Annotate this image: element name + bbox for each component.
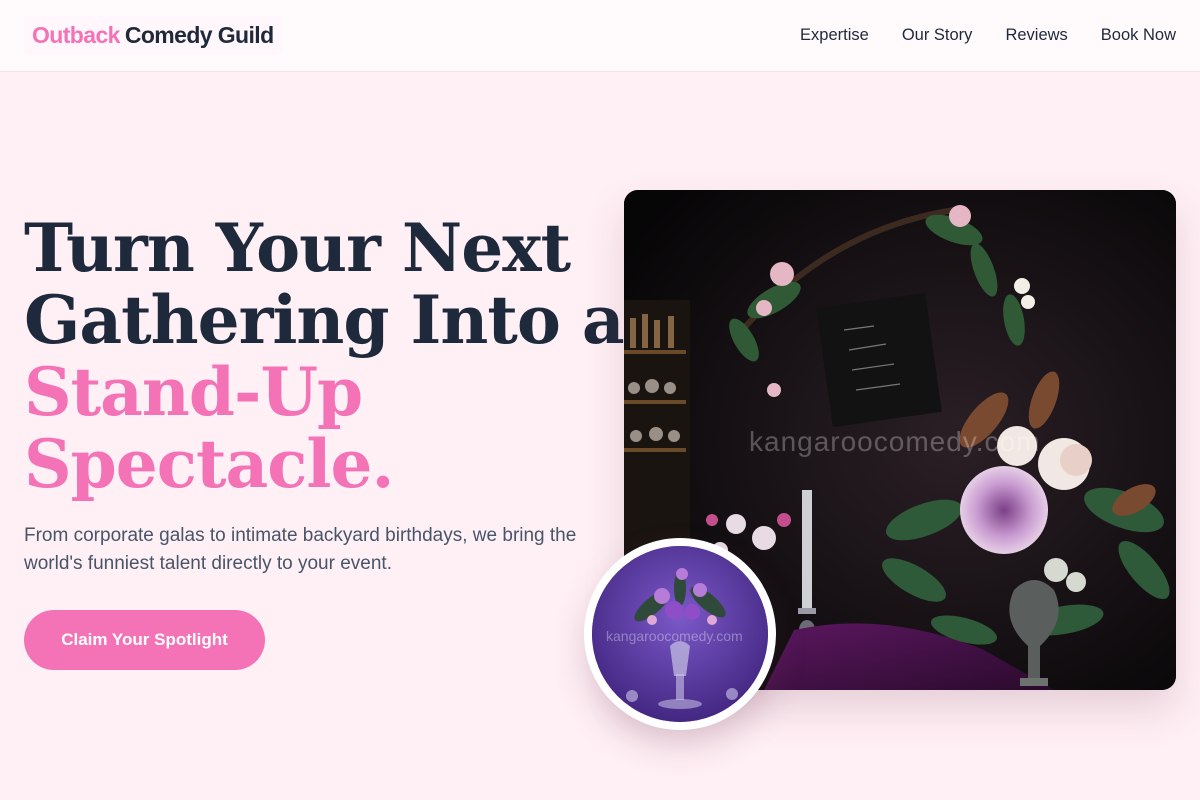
hero-subtitle: From corporate galas to intimate backyar… (24, 525, 577, 574)
inset-photo-purple-centerpiece: kangaroocomedy.com (592, 546, 768, 722)
hero-title-line-2: Gathering Into a (24, 281, 625, 359)
hero-title-accent-line-2: Spectacle. (24, 425, 394, 503)
inset-photo-frame: kangaroocomedy.com (584, 538, 776, 730)
nav-link-book-now[interactable]: Book Now (1101, 26, 1176, 45)
nav-link-our-story[interactable]: Our Story (902, 26, 973, 45)
main-nav: Expertise Our Story Reviews Book Now (800, 26, 1176, 45)
hero-title: Turn Your Next Gathering Into a Stand-Up… (24, 209, 625, 503)
hero-title-line-1: Turn Your Next (24, 209, 571, 287)
inset-watermark: kangaroocomedy.com (606, 628, 743, 644)
logo-text-accent: Outback (32, 22, 120, 48)
site-header: Outback Comedy Guild Expertise Our Story… (0, 0, 1200, 72)
photo-watermark: kangaroocomedy.com (749, 426, 1041, 457)
site-logo[interactable]: Outback Comedy Guild (24, 16, 282, 55)
nav-link-expertise[interactable]: Expertise (800, 26, 869, 45)
nav-link-reviews[interactable]: Reviews (1005, 26, 1067, 45)
claim-spotlight-button[interactable]: Claim Your Spotlight (24, 610, 265, 670)
logo-text-main: Comedy Guild (124, 22, 274, 48)
hero-title-accent-line-1: Stand-Up (24, 353, 363, 431)
